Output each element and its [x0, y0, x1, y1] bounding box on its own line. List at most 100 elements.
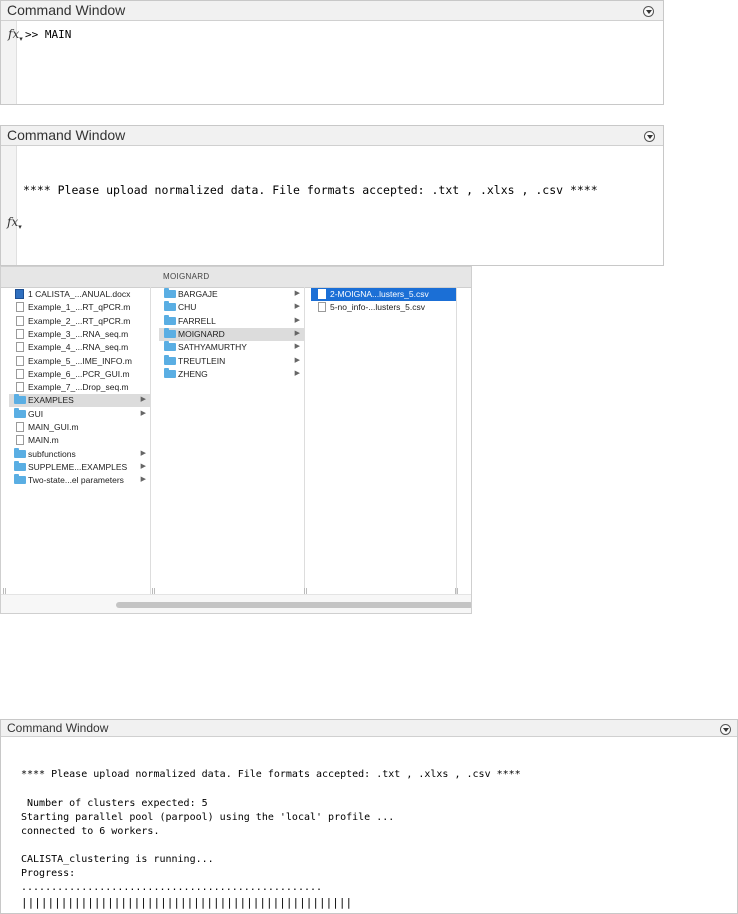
command-window-panel-3: Command Window **** Please upload normal… — [0, 719, 738, 914]
item-label: Example_2_...RT_qPCR.m — [28, 315, 131, 326]
item-label: SUPPLEME...EXAMPLES — [28, 461, 128, 472]
folder-icon — [14, 460, 26, 471]
chevron-right-icon: ▶ — [294, 290, 300, 297]
output-line: ||||||||||||||||||||||||||||||||||||||||… — [21, 896, 353, 909]
chevron-right-icon: ▶ — [294, 343, 300, 351]
chevron-right-icon: ▶ — [140, 396, 146, 404]
horizontal-scrollbar[interactable] — [1, 594, 471, 613]
folder-item[interactable]: Two-state...el parameters ▶ — [9, 474, 150, 487]
item-label: 2-MOIGNA...lusters_5.csv — [330, 289, 429, 299]
folder-item[interactable]: CHU ▶ — [159, 301, 304, 314]
item-label: SATHYAMURTHY — [178, 342, 247, 353]
item-label: MAIN.m — [28, 435, 59, 446]
output-line: Number of clusters expected: 5 — [21, 798, 208, 809]
file-browser-column-2: BARGAJE ▶ CHU ▶ FARRELL ▶ MOIGNARD ▶ SATHYAMURTH… — [159, 287, 305, 595]
scrollbar-thumb[interactable] — [116, 602, 471, 608]
folder-item[interactable]: BARGAJE ▶ — [159, 288, 304, 301]
file-icon — [16, 302, 24, 313]
item-label: Example_6_...PCR_GUI.m — [28, 368, 130, 379]
file-item[interactable]: Example_4_...RNA_seq.m — [9, 341, 150, 354]
file-icon — [16, 422, 24, 432]
folder-item[interactable]: SATHYAMURTHY ▶ — [159, 341, 304, 354]
folder-item[interactable]: EXAMPLES ▶ — [9, 394, 150, 408]
panel-menu-icon[interactable] — [644, 131, 655, 142]
item-label: 5-no_info-...lusters_5.csv — [330, 302, 425, 313]
chevron-right-icon: ▶ — [140, 462, 146, 470]
panel-menu-icon[interactable] — [720, 724, 731, 735]
fx-icon[interactable]: fx▾ — [8, 27, 23, 43]
file-icon — [16, 328, 24, 339]
item-label: Example_4_...RNA_seq.m — [28, 342, 129, 353]
item-label: Example_7_...Drop_seq.m — [28, 382, 129, 393]
chevron-right-icon: ▶ — [294, 369, 300, 377]
chevron-right-icon: ▶ — [294, 356, 300, 364]
folder-item[interactable]: subfunctions ▶ — [9, 447, 150, 461]
file-icon — [16, 368, 24, 379]
folder-icon — [164, 301, 176, 312]
item-label: ZHENG — [178, 368, 208, 379]
file-item[interactable]: 5-no_info-...lusters_5.csv — [311, 301, 456, 314]
word-doc-icon — [15, 289, 24, 299]
output-line: connected to 6 workers. — [21, 826, 160, 837]
item-label: TREUTLEIN — [178, 355, 226, 366]
item-label: MOIGNARD — [178, 328, 225, 339]
folder-icon — [14, 394, 26, 405]
folder-icon — [164, 327, 176, 338]
file-item[interactable]: MAIN_GUI.m — [9, 421, 150, 434]
command-window-title: Command Window — [7, 721, 109, 735]
command-window-gutter — [1, 146, 17, 265]
item-label: Example_5_...IME_INFO.m — [28, 355, 132, 366]
file-icon — [16, 315, 24, 326]
file-item[interactable]: 1 CALISTA_...ANUAL.docx — [9, 288, 150, 301]
folder-icon — [164, 354, 176, 365]
item-label: Example_3_...RNA_seq.m — [28, 328, 129, 339]
item-label: GUI — [28, 408, 44, 419]
file-icon — [16, 435, 24, 446]
panel-menu-icon[interactable] — [643, 6, 654, 17]
output-line: Starting parallel pool (parpool) using t… — [21, 812, 395, 823]
file-icon — [16, 342, 24, 353]
folder-icon — [14, 474, 26, 485]
file-icon — [16, 355, 24, 366]
file-browser-column-1: 1 CALISTA_...ANUAL.docx Example_1_...RT_q… — [9, 287, 151, 595]
chevron-right-icon: ▶ — [294, 316, 300, 324]
command-window-title-bar: Command Window — [1, 126, 663, 146]
file-icon — [16, 382, 24, 393]
file-item[interactable]: Example_1_...RT_qPCR.m — [9, 301, 150, 314]
file-item[interactable]: 2-MOIGNA...lusters_5.csv — [311, 288, 456, 301]
command-window-title-bar: Command Window — [1, 720, 737, 737]
folder-icon — [164, 288, 176, 298]
fx-icon[interactable]: fx▾ — [7, 215, 22, 231]
command-line[interactable]: >> MAIN — [25, 28, 71, 41]
file-item[interactable]: Example_6_...PCR_GUI.m — [9, 368, 150, 381]
chevron-right-icon: ▶ — [294, 329, 300, 337]
item-label: EXAMPLES — [28, 395, 74, 406]
item-label: Two-state...el parameters — [28, 475, 124, 486]
file-item[interactable]: Example_5_...IME_INFO.m — [9, 355, 150, 368]
folder-item[interactable]: FARRELL ▶ — [159, 314, 304, 328]
folder-item[interactable]: SUPPLEME...EXAMPLES ▶ — [9, 460, 150, 474]
file-item[interactable]: Example_2_...RT_qPCR.m — [9, 315, 150, 328]
command-window-title: Command Window — [7, 127, 126, 143]
folder-icon — [164, 314, 176, 325]
item-label: FARRELL — [178, 315, 216, 326]
file-item[interactable]: MAIN.m — [9, 434, 150, 447]
output-line: Progress: — [21, 868, 76, 879]
command-window-panel-1: Command Window fx▾ >> MAIN — [0, 0, 664, 105]
file-item[interactable]: Example_7_...Drop_seq.m — [9, 381, 150, 394]
command-window-title-bar: Command Window — [1, 1, 663, 21]
upload-prompt-message: **** Please upload normalized data. File… — [23, 183, 598, 197]
folder-item[interactable]: MOIGNARD ▶ — [159, 327, 304, 341]
output-line: CALISTA_clustering is running... — [21, 854, 214, 865]
folder-icon — [164, 341, 176, 352]
item-label: CHU — [178, 302, 197, 313]
file-browser-title-bar: MOIGNARD — [1, 267, 471, 288]
folder-item[interactable]: TREUTLEIN ▶ — [159, 354, 304, 368]
chevron-right-icon: ▶ — [140, 449, 146, 457]
command-window-panel-2: Command Window **** Please upload normal… — [0, 125, 664, 266]
file-item[interactable]: Example_3_...RNA_seq.m — [9, 328, 150, 341]
file-browser-column-3: 2-MOIGNA...lusters_5.csv 5-no_info-...lus… — [311, 287, 457, 595]
folder-item[interactable]: GUI ▶ — [9, 407, 150, 421]
item-label: Example_1_...RT_qPCR.m — [28, 302, 131, 313]
folder-item[interactable]: ZHENG ▶ — [159, 367, 304, 381]
